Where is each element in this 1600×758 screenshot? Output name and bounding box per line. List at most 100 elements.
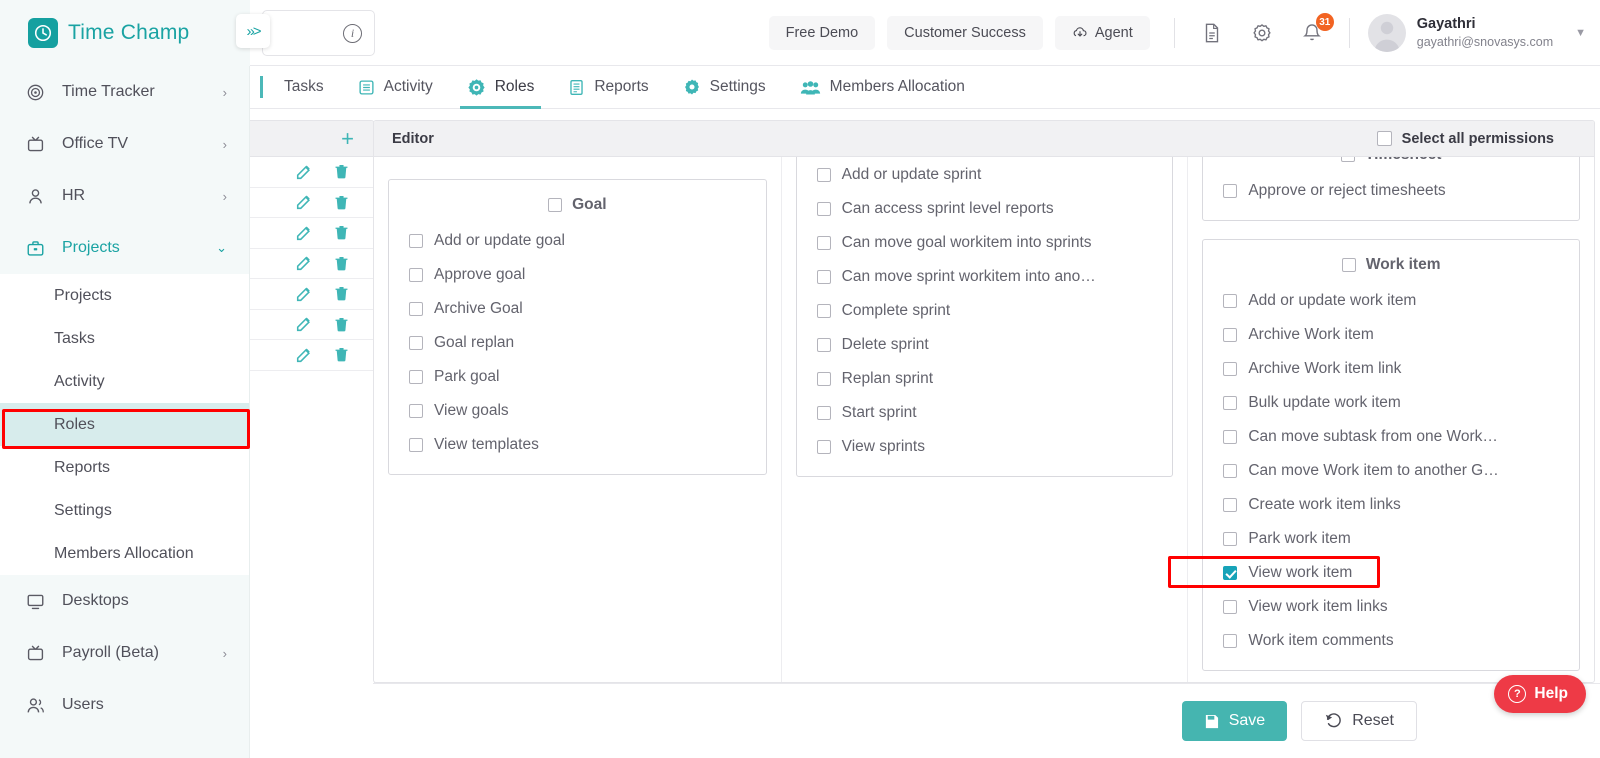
sidebar-item-members-allocation[interactable]: Members Allocation (0, 532, 249, 575)
tab-roles[interactable]: Roles (450, 66, 552, 109)
option-checkbox[interactable] (1223, 600, 1238, 614)
edit-icon[interactable] (295, 254, 313, 272)
option-checkbox[interactable] (1223, 566, 1238, 580)
reset-button[interactable]: Reset (1301, 701, 1417, 741)
sidebar-item-users[interactable]: Users (0, 679, 249, 731)
group-header-goal[interactable]: Goal (389, 190, 766, 224)
sidebar-item-payroll-beta[interactable]: Payroll (Beta) › (0, 627, 249, 679)
sidebar-item-tasks[interactable]: Tasks (0, 317, 249, 360)
option-archive-goal[interactable]: Archive Goal (389, 292, 766, 326)
option-archive-work-item-link[interactable]: Archive Work item link (1203, 352, 1579, 386)
help-button[interactable]: ? Help (1494, 675, 1586, 713)
option-checkbox[interactable] (409, 370, 423, 384)
plus-icon[interactable]: + (341, 127, 354, 150)
sidebar-item-settings[interactable]: Settings (0, 489, 249, 532)
option-checkbox[interactable] (409, 404, 423, 418)
option-checkbox[interactable] (816, 168, 831, 182)
user-info[interactable]: Gayathri gayathri@snovasys.com (1417, 15, 1553, 51)
option-add-or-update-sprint[interactable]: Add or update sprint (797, 158, 1173, 192)
option-view-work-item-links[interactable]: View work item links (1203, 590, 1579, 624)
sidebar-item-office-tv[interactable]: Office TV › (0, 118, 249, 170)
sidebar-item-projects[interactable]: Projects (0, 274, 249, 317)
option-view-sprints[interactable]: View sprints (797, 430, 1173, 464)
chevrons-right-icon[interactable]: »> (236, 14, 270, 48)
customer-success-button[interactable]: Customer Success (887, 16, 1043, 50)
option-view-goals[interactable]: View goals (389, 394, 766, 428)
sidebar-item-hr[interactable]: HR › (0, 170, 249, 222)
option-add-or-update-goal[interactable]: Add or update goal (389, 224, 766, 258)
option-checkbox[interactable] (816, 304, 831, 318)
sidebar-item-time-tracker[interactable]: Time Tracker › (0, 66, 249, 118)
option-replan-sprint[interactable]: Replan sprint (797, 362, 1173, 396)
sidebar-item-activity[interactable]: Activity (0, 360, 249, 403)
option-checkbox[interactable] (1223, 498, 1238, 512)
option-checkbox[interactable] (1223, 328, 1238, 342)
option-park-goal[interactable]: Park goal (389, 360, 766, 394)
option-can-access-sprint-level-reports[interactable]: Can access sprint level reports (797, 192, 1173, 226)
group-checkbox-timesheet[interactable] (1340, 157, 1355, 162)
trash-icon[interactable] (333, 285, 350, 302)
sidebar-item-reports[interactable]: Reports (0, 446, 249, 489)
document-icon[interactable] (1195, 16, 1229, 50)
sidebar-item-roles[interactable]: Roles (0, 403, 249, 446)
option-can-move-sprint-workitem-into-ano[interactable]: Can move sprint workitem into ano… (797, 260, 1173, 294)
edit-icon[interactable] (295, 346, 313, 364)
option-park-work-item[interactable]: Park work item (1203, 522, 1579, 556)
option-bulk-update-work-item[interactable]: Bulk update work item (1203, 386, 1579, 420)
option-checkbox[interactable] (1223, 362, 1238, 376)
tab-members-allocation[interactable]: Members Allocation (783, 66, 982, 109)
trash-icon[interactable] (333, 163, 350, 180)
group-header-timesheet[interactable]: Timesheet (1203, 157, 1579, 174)
option-checkbox[interactable] (1223, 532, 1238, 546)
option-checkbox[interactable] (409, 336, 423, 350)
option-checkbox[interactable] (816, 202, 831, 216)
brand-logo[interactable]: Time Champ (0, 0, 250, 66)
option-add-or-update-work-item[interactable]: Add or update work item (1203, 284, 1579, 318)
option-checkbox[interactable] (1223, 430, 1238, 444)
trash-icon[interactable] (333, 346, 350, 363)
edit-icon[interactable] (295, 224, 313, 242)
option-checkbox[interactable] (1223, 634, 1238, 648)
option-checkbox[interactable] (409, 268, 423, 282)
option-can-move-goal-workitem-into-sprints[interactable]: Can move goal workitem into sprints (797, 226, 1173, 260)
tab-tasks[interactable]: Tasks (267, 66, 341, 109)
option-checkbox[interactable] (1223, 396, 1238, 410)
edit-icon[interactable] (295, 315, 313, 333)
option-view-work-item[interactable]: View work item (1203, 556, 1579, 590)
option-approve-goal[interactable]: Approve goal (389, 258, 766, 292)
select-all-checkbox[interactable] (1376, 131, 1392, 146)
free-demo-button[interactable]: Free Demo (768, 16, 876, 50)
agent-button[interactable]: Agent (1054, 16, 1150, 50)
group-checkbox-work-item[interactable] (1341, 258, 1356, 272)
option-checkbox[interactable] (816, 406, 831, 420)
option-delete-sprint[interactable]: Delete sprint (797, 328, 1173, 362)
option-approve-or-reject-timesheets[interactable]: Approve or reject timesheets (1203, 174, 1579, 208)
edit-icon[interactable] (295, 193, 313, 211)
chevron-down-icon[interactable]: ▼ (1575, 27, 1586, 39)
tab-activity[interactable]: Activity (341, 66, 450, 109)
trash-icon[interactable] (333, 316, 350, 333)
option-checkbox[interactable] (816, 440, 831, 454)
bell-icon[interactable]: 31 (1295, 13, 1334, 50)
option-goal-replan[interactable]: Goal replan (389, 326, 766, 360)
sidebar-item-desktops[interactable]: Desktops (0, 575, 249, 627)
option-archive-work-item[interactable]: Archive Work item (1203, 318, 1579, 352)
trash-icon[interactable] (333, 194, 350, 211)
trash-icon[interactable] (333, 224, 350, 241)
option-checkbox[interactable] (409, 234, 423, 248)
tab-reports[interactable]: Reports (551, 66, 665, 109)
group-header-work-item[interactable]: Work item (1203, 250, 1579, 284)
option-checkbox[interactable] (816, 270, 831, 284)
option-view-templates[interactable]: View templates (389, 428, 766, 462)
save-button[interactable]: Save (1181, 701, 1288, 741)
option-checkbox[interactable] (816, 236, 831, 250)
option-can-move-work-item-to-another-g[interactable]: Can move Work item to another G… (1203, 454, 1579, 488)
option-start-sprint[interactable]: Start sprint (797, 396, 1173, 430)
option-checkbox[interactable] (816, 372, 831, 386)
select-all-permissions[interactable]: Select all permissions (1376, 131, 1554, 147)
group-checkbox-goal[interactable] (548, 198, 563, 212)
option-checkbox[interactable] (409, 438, 423, 452)
info-circle-icon[interactable]: i (343, 23, 362, 43)
option-checkbox[interactable] (1223, 184, 1238, 198)
edit-icon[interactable] (295, 285, 313, 303)
